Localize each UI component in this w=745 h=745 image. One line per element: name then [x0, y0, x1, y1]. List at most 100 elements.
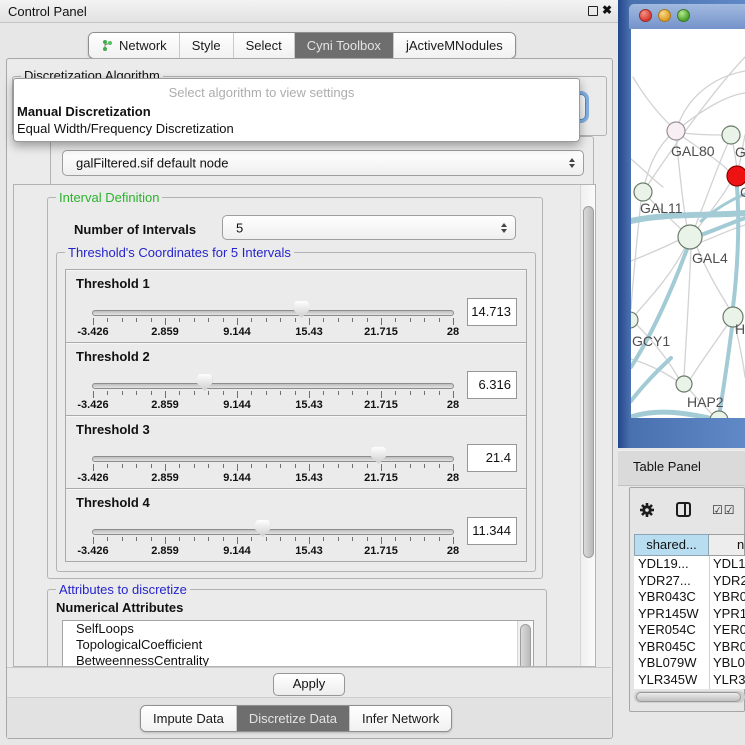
slider-track[interactable] — [92, 529, 454, 535]
tick-mark — [93, 318, 94, 325]
tick-mark — [194, 464, 195, 468]
table-row[interactable]: YPR145WYPR1 — [634, 606, 745, 623]
list-scrollbar[interactable] — [517, 621, 533, 667]
table-horizontal-scrollbar[interactable] — [634, 691, 745, 703]
table-row[interactable]: YLR345WYLR3 — [634, 672, 745, 689]
table-row[interactable]: YBR043CYBR0 — [634, 589, 745, 606]
thresholds-groupbox: Threshold's Coordinates for 5 Intervals … — [56, 252, 536, 572]
tick-mark — [251, 537, 252, 541]
numerical-attributes-list[interactable]: SelfLoopsTopologicalCoefficientBetweenne… — [62, 620, 534, 667]
tab-jactivemnodules[interactable]: jActiveMNodules — [394, 33, 515, 58]
tick-label: -3.426 — [77, 545, 108, 557]
tick-mark — [179, 537, 180, 541]
settings-scrollbar[interactable] — [580, 185, 596, 666]
attribute-item-betweennesscentrality[interactable]: BetweennessCentrality — [63, 653, 533, 667]
network-node[interactable] — [722, 126, 740, 144]
zoom-traffic-light-icon[interactable] — [677, 9, 690, 22]
table-row[interactable]: YBR045CYBR0 — [634, 639, 745, 656]
column-settings-icon[interactable] — [676, 502, 691, 517]
network-node[interactable] — [710, 411, 728, 418]
tick-label: 2.859 — [151, 399, 179, 411]
threshold-panel-1: Threshold 1 -3.4262.8599.14415.4321.7152… — [65, 269, 527, 343]
node-label: GAL4 — [692, 250, 728, 266]
apply-button[interactable]: Apply — [273, 673, 345, 696]
column-header-name[interactable]: n — [709, 534, 745, 556]
tab-cyni-toolbox[interactable]: Cyni Toolbox — [295, 33, 394, 58]
tick-mark — [309, 464, 310, 471]
tab-style[interactable]: Style — [180, 33, 234, 58]
table-data-combobox[interactable]: galFiltered.sif default node — [62, 150, 584, 176]
tick-mark — [93, 537, 94, 544]
threshold-value-field[interactable]: 6.316 — [467, 371, 517, 399]
cell-shared-name: YPR145W — [638, 606, 699, 623]
tab-label: jActiveMNodules — [406, 38, 503, 53]
network-canvas[interactable]: GAL80G.CGAL11GAL4GCY1HHAP2 — [631, 29, 745, 418]
tick-mark — [93, 391, 94, 398]
minimize-traffic-light-icon[interactable] — [658, 9, 671, 22]
tick-mark — [367, 464, 368, 468]
table-row[interactable]: YDR27...YDR2 — [634, 573, 745, 590]
node-label: GAL11 — [640, 200, 683, 216]
select-columns-checkboxes-icon[interactable]: ☑☑ — [712, 503, 736, 517]
cell-name: YLR3 — [713, 672, 745, 689]
horizontal-scrollbar-thumb[interactable] — [636, 692, 741, 702]
tick-label: 28 — [447, 545, 459, 557]
threshold-value-field[interactable]: 11.344 — [467, 517, 517, 545]
slider-track[interactable] — [92, 456, 454, 462]
tick-mark — [395, 318, 396, 322]
tick-mark — [122, 318, 123, 322]
column-header-shared-name[interactable]: shared... — [634, 534, 709, 556]
network-node[interactable] — [678, 225, 702, 249]
tick-mark — [381, 391, 382, 398]
combo-arrows-icon — [569, 158, 575, 168]
network-node[interactable] — [634, 183, 652, 201]
attributes-group-title: Attributes to discretize — [56, 582, 190, 597]
table-row[interactable]: YER054CYER0 — [634, 622, 745, 639]
close-traffic-light-icon[interactable] — [639, 9, 652, 22]
threshold-value-field[interactable]: 21.4 — [467, 444, 517, 472]
gear-icon[interactable] — [639, 502, 655, 518]
slider-ticks — [93, 318, 453, 326]
popup-option-equal-width-frequency[interactable]: Equal Width/Frequency Discretization — [17, 121, 234, 136]
list-scrollbar-thumb[interactable] — [520, 624, 531, 667]
number-of-intervals-combobox[interactable]: 5 — [222, 215, 516, 240]
table-row[interactable]: YDL19...YDL1 — [634, 556, 745, 573]
node-label: G. — [735, 144, 745, 160]
tick-mark — [352, 464, 353, 468]
settings-scrollbar-thumb[interactable] — [583, 206, 594, 558]
table-row[interactable]: YIL052CYIL0 — [634, 688, 745, 689]
cell-name: YER0 — [713, 622, 745, 639]
close-icon[interactable]: ✖ — [602, 3, 612, 17]
popup-option-manual-discretization[interactable]: Manual Discretization — [17, 104, 151, 119]
tick-label: 9.144 — [223, 399, 251, 411]
tick-mark — [367, 537, 368, 541]
tick-label: -3.426 — [77, 472, 108, 484]
tab-discretize-data[interactable]: Discretize Data — [237, 706, 350, 731]
slider-tick-labels: -3.4262.8599.14415.4321.71528 — [93, 472, 453, 484]
tick-label: 9.144 — [223, 326, 251, 338]
tab-select[interactable]: Select — [234, 33, 295, 58]
float-window-icon[interactable] — [588, 6, 598, 16]
tick-mark — [223, 464, 224, 468]
tab-impute-data[interactable]: Impute Data — [141, 706, 237, 731]
table-row[interactable]: YBL079WYBL0 — [634, 655, 745, 672]
slider-tick-labels: -3.4262.8599.14415.4321.71528 — [93, 545, 453, 557]
tick-mark — [237, 464, 238, 471]
apply-bar: Apply — [7, 667, 611, 698]
tick-mark — [93, 464, 94, 471]
tab-infer-network[interactable]: Infer Network — [350, 706, 451, 731]
network-node[interactable] — [667, 122, 685, 140]
slider-track[interactable] — [92, 310, 454, 316]
number-of-intervals-label: Number of Intervals — [74, 222, 196, 237]
network-graph[interactable]: GAL80G.CGAL11GAL4GCY1HHAP2 — [631, 29, 745, 418]
tick-label: 2.859 — [151, 545, 179, 557]
network-node[interactable] — [727, 166, 745, 186]
attribute-item-selfloops[interactable]: SelfLoops — [63, 621, 533, 637]
threshold-value-field[interactable]: 14.713 — [467, 298, 517, 326]
tick-mark — [453, 537, 454, 544]
attribute-item-topologicalcoefficient[interactable]: TopologicalCoefficient — [63, 637, 533, 653]
network-node[interactable] — [676, 376, 692, 392]
slider-track[interactable] — [92, 383, 454, 389]
tab-network[interactable]: Network — [89, 33, 180, 58]
cell-shared-name: YBR043C — [638, 589, 696, 606]
